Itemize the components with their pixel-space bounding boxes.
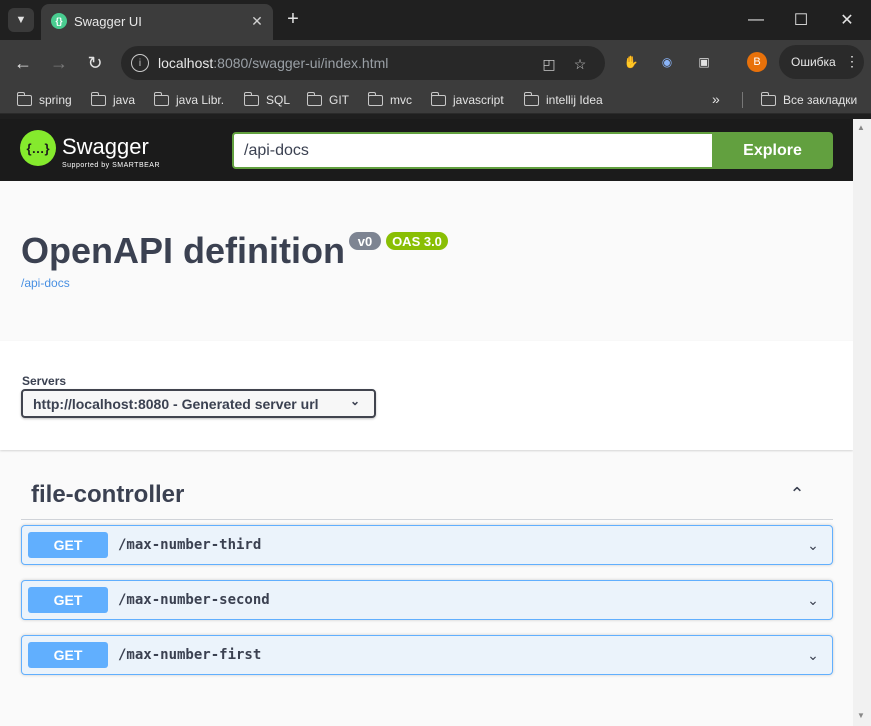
- tab-title: Swagger UI: [74, 14, 142, 29]
- bookmark-folder[interactable]: mvc: [367, 91, 412, 108]
- swagger-topbar: {…} Swagger Supported by SMARTBEAR /api-…: [0, 119, 853, 181]
- bookmarks-overflow-icon[interactable]: »: [712, 91, 720, 107]
- operation-path: /max-number-first: [118, 647, 262, 663]
- tab-strip: ▼ {} Swagger UI ✕ + — ☐ ✕: [0, 0, 871, 40]
- scroll-down-icon[interactable]: ▼: [857, 711, 865, 720]
- browser-toolbar: ← → ↻ i localhost:8080/swagger-ui/index.…: [0, 40, 871, 86]
- method-badge: GET: [28, 642, 108, 668]
- tab-close-icon[interactable]: ✕: [247, 11, 267, 31]
- swagger-favicon-icon: {}: [51, 13, 67, 29]
- bookmark-folder[interactable]: SQL: [243, 91, 290, 108]
- swagger-logo-subtitle: Supported by SMARTBEAR: [62, 162, 161, 169]
- page-viewport[interactable]: {…} Swagger Supported by SMARTBEAR /api-…: [0, 119, 853, 726]
- close-window-button[interactable]: ✕: [832, 6, 862, 34]
- chevron-up-icon[interactable]: ⌃: [784, 481, 810, 507]
- bookmarks-bar: spring java java Libr. SQL GIT mvc javas…: [0, 86, 871, 114]
- browser-window: ▼ {} Swagger UI ✕ + — ☐ ✕ ← → ↻ i localh…: [0, 0, 871, 726]
- servers-section: Servers http://localhost:8080 - Generate…: [0, 341, 853, 450]
- operation-row[interactable]: GET /max-number-first ⌄: [21, 635, 833, 675]
- chevron-down-icon[interactable]: ⌄: [802, 589, 824, 611]
- scroll-up-icon[interactable]: ▲: [857, 123, 865, 132]
- address-bar[interactable]: i localhost:8080/swagger-ui/index.html ◰…: [121, 46, 605, 80]
- operation-row[interactable]: GET /max-number-third ⌄: [21, 525, 833, 565]
- bookmark-folder[interactable]: java: [90, 91, 135, 108]
- bookmark-folder[interactable]: GIT: [306, 91, 349, 108]
- error-label: Ошибка: [791, 55, 836, 69]
- operation-row[interactable]: GET /max-number-second ⌄: [21, 580, 833, 620]
- oas-badge: OAS 3.0: [386, 232, 448, 250]
- explore-button[interactable]: Explore: [712, 132, 833, 169]
- profile-avatar[interactable]: B: [747, 52, 767, 72]
- version-badge: v0: [349, 232, 381, 250]
- bookmark-folder[interactable]: javascript: [430, 91, 504, 108]
- active-tab[interactable]: {} Swagger UI ✕: [41, 4, 273, 40]
- chevron-down-icon[interactable]: ⌄: [802, 644, 824, 666]
- folder-icon: [430, 91, 446, 106]
- chevron-down-icon: ⌄: [349, 394, 360, 408]
- servers-dropdown[interactable]: http://localhost:8080 - Generated server…: [21, 389, 376, 418]
- maximize-button[interactable]: ☐: [786, 6, 816, 34]
- selected-server: http://localhost:8080 - Generated server…: [33, 396, 319, 412]
- tag-title[interactable]: file-controller: [31, 481, 184, 509]
- bookmark-folder[interactable]: intellij Idea: [523, 91, 603, 108]
- folder-icon: [153, 91, 169, 106]
- translate-icon[interactable]: ◰: [539, 54, 559, 74]
- error-menu-button[interactable]: Ошибка ⋮: [779, 45, 864, 79]
- folder-icon: [16, 91, 32, 106]
- bookmarks-divider: [742, 92, 743, 108]
- operation-path: /max-number-second: [118, 592, 270, 608]
- bookmark-star-icon[interactable]: ☆: [570, 54, 590, 74]
- all-bookmarks-folder[interactable]: Все закладки: [760, 91, 857, 108]
- tag-divider: [21, 519, 833, 520]
- folder-icon: [760, 91, 776, 106]
- forward-button[interactable]: →: [46, 50, 72, 76]
- swagger-logo-icon[interactable]: {…}: [20, 130, 56, 166]
- minimize-button[interactable]: —: [741, 6, 771, 34]
- vertical-scrollbar[interactable]: ▲ ▼: [853, 119, 871, 726]
- method-badge: GET: [28, 587, 108, 613]
- new-tab-button[interactable]: +: [282, 8, 304, 30]
- method-badge: GET: [28, 532, 108, 558]
- reload-button[interactable]: ↻: [82, 50, 108, 76]
- spec-link[interactable]: /api-docs: [21, 276, 70, 290]
- folder-icon: [367, 91, 383, 106]
- url-text: localhost:8080/swagger-ui/index.html: [158, 55, 389, 71]
- bookmark-folder[interactable]: java Libr.: [153, 91, 224, 108]
- servers-label: Servers: [22, 374, 67, 388]
- kebab-menu-icon: ⋮: [845, 53, 859, 69]
- swagger-logo-text: Swagger: [62, 134, 149, 159]
- api-title: OpenAPI definition: [21, 230, 345, 271]
- bookmark-folder[interactable]: spring: [16, 91, 72, 108]
- spec-url-input[interactable]: /api-docs: [232, 132, 714, 169]
- site-info-icon[interactable]: i: [131, 54, 149, 72]
- folder-icon: [306, 91, 322, 106]
- folder-icon: [523, 91, 539, 106]
- folder-icon: [243, 91, 259, 106]
- chevron-down-icon[interactable]: ⌄: [802, 534, 824, 556]
- extensions-puzzle-icon[interactable]: ▣: [694, 52, 714, 72]
- operation-path: /max-number-third: [118, 537, 262, 553]
- tab-search-button[interactable]: ▼: [8, 8, 34, 32]
- adblock-extension-icon[interactable]: ✋: [621, 52, 641, 72]
- folder-icon: [90, 91, 106, 106]
- back-button[interactable]: ←: [10, 50, 36, 76]
- vpn-extension-icon[interactable]: ◉: [657, 52, 677, 72]
